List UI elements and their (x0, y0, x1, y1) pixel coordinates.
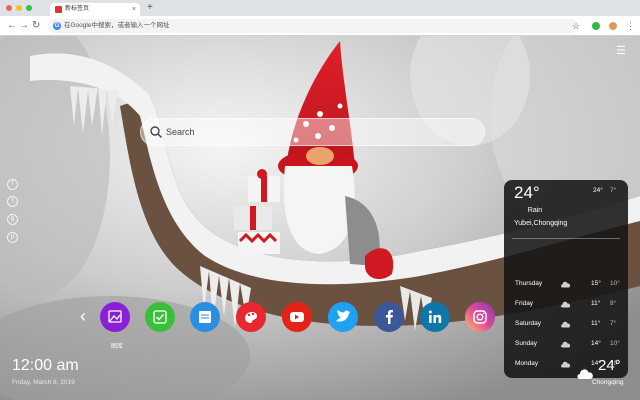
forecast-high: 11° (591, 300, 601, 307)
browser-menu-button[interactable]: ⋮ (626, 19, 635, 33)
weather-high: 24° (593, 187, 603, 194)
forecast-row: Saturday 11° 7° (504, 314, 628, 334)
twitter-icon (336, 310, 351, 322)
facebook-icon (386, 310, 393, 324)
cloud-icon (561, 341, 571, 348)
weather-card[interactable]: 24° 24° 7° Rain Yubei,Chongqing Thursday… (504, 180, 628, 378)
cloud-icon (561, 321, 571, 328)
corner-weather-temp[interactable]: 24° (598, 356, 621, 376)
notes-app-button[interactable] (190, 302, 220, 332)
weather-low: 7° (610, 187, 617, 194)
forecast-day: Thursday (515, 280, 543, 287)
forecast-day: Monday (515, 360, 539, 367)
forward-button[interactable]: → (19, 19, 29, 33)
twitter-icon[interactable]: t (7, 196, 18, 207)
cloud-icon (561, 281, 571, 288)
tab-new-tab[interactable]: 新标签页 × (50, 3, 140, 16)
cloud-icon (561, 301, 571, 308)
gallery-app-label: 图库 (110, 344, 123, 350)
weather-condition: Rain (527, 207, 543, 214)
linkedin-icon (428, 310, 442, 323)
dock-prev-button[interactable]: ‹ (80, 306, 86, 326)
close-window-button[interactable] (6, 5, 12, 11)
clock-date: Friday, March 8, 2019 (12, 379, 75, 386)
corner-weather-city: Chongqing (592, 379, 624, 386)
back-button[interactable]: ← (7, 19, 17, 33)
forecast-low: 8° (610, 300, 617, 307)
notes-icon (199, 311, 211, 323)
forecast-low: 10° (610, 280, 620, 287)
weather-location: Yubei,Chongqing (514, 220, 568, 227)
address-bar[interactable]: G 在Google中搜索，或者输入一个网址 (48, 19, 578, 33)
cloud-icon (577, 369, 593, 379)
tab-title: 新标签页 (65, 6, 90, 12)
forecast-low: 10° (610, 340, 620, 347)
cloud-icon (561, 361, 571, 368)
tab-close-button[interactable]: × (132, 3, 136, 16)
weather-divider (512, 238, 620, 239)
forecast-row: Friday 11° 8° (504, 294, 628, 314)
task-check-icon (153, 310, 167, 324)
tab-strip: 新标签页 × + (0, 0, 640, 16)
search-icon (150, 126, 162, 138)
bookmark-star-icon[interactable]: ☆ (572, 19, 580, 33)
menu-icon[interactable]: ☰ (616, 44, 626, 57)
forecast-day: Sunday (515, 340, 538, 347)
minimize-window-button[interactable] (16, 5, 22, 11)
forecast-high: 11° (591, 320, 601, 327)
google-plus-icon[interactable]: g (7, 214, 18, 225)
new-tab-page: ☰ f t g p ‹ (0, 36, 640, 400)
search-bar (140, 118, 485, 146)
maximize-window-button[interactable] (26, 5, 32, 11)
forecast-day: Saturday (515, 320, 542, 327)
linkedin-app-button[interactable] (420, 302, 450, 332)
address-text: 在Google中搜索，或者输入一个网址 (64, 22, 170, 29)
forecast-high: 15° (591, 280, 601, 287)
gallery-icon (108, 310, 122, 323)
reload-button[interactable]: ↻ (32, 19, 40, 33)
forecast-row: Sunday 14° 10° (504, 334, 628, 354)
extension-icon[interactable] (592, 22, 600, 30)
instagram-icon (473, 310, 487, 324)
paint-palette-icon (245, 312, 257, 323)
facebook-app-button[interactable] (374, 302, 404, 332)
forecast-low: 7° (610, 320, 617, 327)
search-input[interactable] (166, 119, 466, 145)
google-icon: G (53, 22, 61, 30)
tab-favicon-icon (55, 6, 62, 13)
profile-avatar[interactable] (609, 22, 617, 30)
forecast-high: 14° (591, 340, 601, 347)
forecast-day: Friday (515, 300, 534, 307)
pinterest-icon[interactable]: p (7, 232, 18, 243)
tasks-app-button[interactable] (145, 302, 175, 332)
youtube-icon (290, 312, 304, 322)
gallery-app-button[interactable] (100, 302, 130, 332)
paint-app-button[interactable] (236, 302, 266, 332)
instagram-app-button[interactable] (465, 302, 495, 332)
weather-current-temp: 24° (514, 183, 540, 202)
clock-time: 12:00 am (12, 357, 79, 374)
facebook-icon[interactable]: f (7, 179, 18, 190)
twitter-app-button[interactable] (328, 302, 358, 332)
browser-toolbar: ← → ↻ G 在Google中搜索，或者输入一个网址 ☆ ⋮ (0, 16, 640, 36)
youtube-app-button[interactable] (282, 302, 312, 332)
new-tab-button[interactable]: + (147, 2, 153, 14)
forecast-row: Thursday 15° 10° (504, 274, 628, 294)
